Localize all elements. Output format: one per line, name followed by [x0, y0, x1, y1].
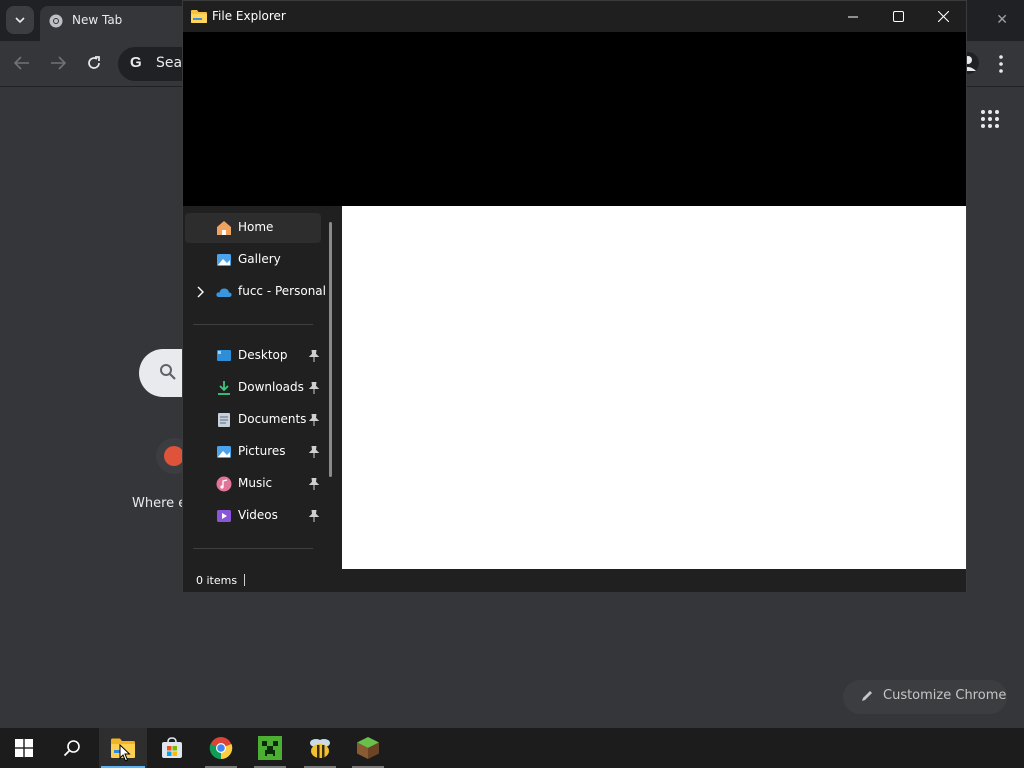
chrome-tab-new-tab[interactable]: New Tab — [40, 6, 200, 41]
google-apps-icon[interactable] — [980, 109, 1000, 129]
minimize-button[interactable] — [830, 1, 876, 32]
pictures-icon — [217, 446, 231, 458]
customize-chrome-button[interactable]: Customize Chrome — [843, 680, 1007, 714]
nav-item-pictures[interactable]: Pictures — [185, 437, 321, 467]
google-g-icon: G — [130, 54, 142, 71]
navigation-pane: Home Gallery fucc - Personal Desktop Dow… — [183, 206, 342, 568]
pin-icon — [309, 478, 319, 490]
mouse-cursor-icon — [119, 744, 131, 762]
close-button[interactable] — [920, 1, 966, 32]
chrome-icon — [209, 737, 233, 760]
nav-label-documents: Documents — [238, 412, 307, 426]
pin-icon — [309, 446, 319, 458]
taskbar-minecraft-launcher[interactable] — [344, 728, 392, 768]
taskbar-file-explorer[interactable] — [99, 728, 147, 768]
documents-icon — [218, 413, 230, 427]
taskbar-microsoft-store[interactable] — [148, 728, 196, 768]
download-icon — [218, 381, 230, 395]
chrome-menu-icon[interactable] — [996, 54, 1006, 74]
nav-item-downloads[interactable]: Downloads — [185, 373, 321, 403]
nav-label-music: Music — [238, 476, 273, 490]
nav-item-documents[interactable]: Documents — [185, 405, 321, 435]
maximize-icon — [892, 11, 904, 22]
gallery-icon — [217, 254, 231, 266]
forward-icon[interactable] — [47, 52, 69, 74]
minecraft-launcher-icon — [357, 737, 379, 759]
nav-item-onedrive[interactable]: fucc - Personal — [185, 277, 326, 307]
nav-item-gallery[interactable]: Gallery — [185, 245, 321, 275]
start-button[interactable] — [0, 728, 48, 768]
maximize-button[interactable] — [875, 1, 921, 32]
nav-separator — [193, 548, 313, 549]
nav-label-home: Home — [238, 220, 274, 234]
reddit-icon — [164, 446, 184, 466]
close-icon — [937, 11, 949, 22]
status-divider — [244, 574, 245, 586]
start-icon — [15, 739, 33, 757]
taskbar-chrome[interactable] — [197, 728, 245, 768]
nav-separator — [193, 324, 313, 325]
nav-label-desktop: Desktop — [238, 348, 288, 362]
nav-label-onedrive: fucc - Personal — [238, 284, 326, 298]
folder-icon — [191, 10, 207, 23]
pin-icon — [309, 510, 319, 522]
chrome-tab-title: New Tab — [72, 13, 123, 27]
item-count: 0 items — [196, 574, 238, 587]
minecraft-icon — [258, 736, 282, 760]
explorer-toolbar-area — [183, 32, 966, 206]
chrome-logo-icon — [49, 14, 63, 28]
nav-label-downloads: Downloads — [238, 380, 304, 394]
nav-item-music[interactable]: Music — [185, 469, 321, 499]
tab-search-button[interactable] — [6, 6, 34, 34]
nav-item-desktop[interactable]: Desktop — [185, 341, 321, 371]
desktop-icon — [217, 350, 231, 361]
chevron-down-icon — [15, 16, 25, 23]
pencil-icon — [862, 691, 872, 701]
microsoft-store-icon — [162, 737, 182, 758]
taskbar-bee-app[interactable] — [296, 728, 344, 768]
nav-item-home[interactable]: Home — [185, 213, 321, 243]
home-icon — [217, 221, 231, 235]
reload-icon[interactable] — [83, 52, 105, 74]
shortcut-label: Where e — [132, 496, 187, 511]
search-icon — [63, 740, 80, 757]
taskbar-search-button[interactable] — [48, 728, 96, 768]
nav-scrollbar[interactable] — [329, 222, 332, 477]
taskbar-minecraft[interactable] — [246, 728, 294, 768]
explorer-titlebar[interactable]: File Explorer — [183, 1, 966, 32]
minimize-icon — [848, 16, 858, 17]
bee-app-icon — [310, 739, 330, 758]
videos-icon — [217, 510, 231, 522]
nav-label-pictures: Pictures — [238, 444, 286, 458]
chevron-right-icon[interactable] — [196, 286, 204, 298]
onedrive-cloud-icon — [216, 288, 232, 297]
pin-icon — [309, 382, 319, 394]
music-icon — [216, 476, 232, 492]
file-explorer-window: File Explorer Home Gallery fucc - Person… — [182, 0, 967, 592]
taskbar — [0, 728, 1024, 768]
explorer-title: File Explorer — [212, 9, 286, 23]
nav-label-gallery: Gallery — [238, 252, 281, 266]
nav-label-videos: Videos — [238, 508, 278, 522]
customize-chrome-label: Customize Chrome — [883, 688, 1007, 703]
back-icon[interactable] — [11, 52, 33, 74]
search-icon — [160, 364, 176, 380]
status-bar: 0 items — [183, 569, 966, 592]
nav-item-videos[interactable]: Videos — [185, 501, 321, 531]
file-list-area[interactable] — [342, 206, 966, 569]
pin-icon — [309, 350, 319, 362]
chrome-close-icon[interactable]: ✕ — [996, 12, 1008, 28]
pin-icon — [309, 414, 319, 426]
